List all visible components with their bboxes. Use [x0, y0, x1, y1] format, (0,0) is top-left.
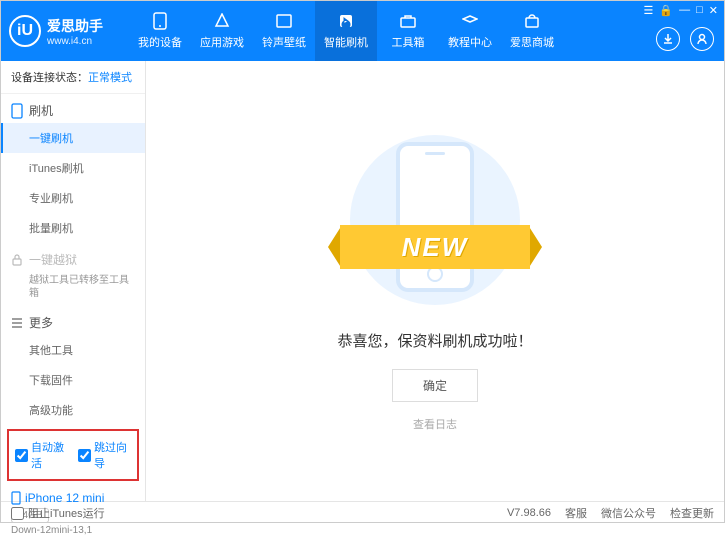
toolbox-icon: [399, 12, 417, 30]
wechat-link[interactable]: 微信公众号: [601, 505, 656, 521]
main-content: NEW 恭喜您，保资料刷机成功啦！ 确定 查看日志: [146, 61, 724, 501]
checkbox-highlight: 自动激活 跳过向导: [7, 429, 139, 481]
sidebar-item-oneclick[interactable]: 一键刷机: [1, 123, 145, 153]
sidebar-section-more[interactable]: 更多: [1, 306, 145, 335]
store-icon: [523, 12, 541, 30]
sidebar-item-batch[interactable]: 批量刷机: [1, 213, 145, 243]
app-url: www.i4.cn: [47, 36, 103, 47]
logo-icon: iU: [9, 15, 41, 47]
lock-icon[interactable]: 🔒: [659, 4, 673, 17]
app-name: 爱思助手: [47, 16, 103, 36]
nav-store[interactable]: 爱思商城: [501, 1, 563, 61]
flash-icon: [337, 12, 355, 30]
nav-apps[interactable]: 应用游戏: [191, 1, 253, 61]
success-illustration: NEW: [320, 130, 550, 310]
nav-flash[interactable]: 智能刷机: [315, 1, 377, 61]
ok-button[interactable]: 确定: [392, 369, 478, 402]
sidebar-item-itunes[interactable]: iTunes刷机: [1, 153, 145, 183]
user-button[interactable]: [690, 27, 714, 51]
window-controls: ☰ 🔒 — □ ✕: [644, 4, 718, 17]
phone-icon: [151, 12, 169, 30]
wallpaper-icon: [275, 12, 293, 30]
nav-toolbox[interactable]: 工具箱: [377, 1, 439, 61]
sidebar-item-firmware[interactable]: 下载固件: [1, 365, 145, 395]
support-link[interactable]: 客服: [565, 505, 587, 521]
sidebar-item-pro[interactable]: 专业刷机: [1, 183, 145, 213]
checkbox-block-itunes[interactable]: 阻止iTunes运行: [11, 505, 105, 521]
top-nav: 我的设备 应用游戏 铃声壁纸 智能刷机 工具箱 教程中心 爱思商城: [129, 1, 563, 61]
sidebar-section-flash[interactable]: 刷机: [1, 94, 145, 123]
menu-icon: [11, 318, 23, 328]
close-icon[interactable]: ✕: [709, 4, 718, 17]
download-button[interactable]: [656, 27, 680, 51]
sidebar-item-other[interactable]: 其他工具: [1, 335, 145, 365]
sidebar: 设备连接状态：正常模式 刷机 一键刷机 iTunes刷机 专业刷机 批量刷机 一…: [1, 61, 146, 501]
phone-icon: [11, 491, 21, 505]
version-label: V7.98.66: [507, 507, 551, 519]
minimize-icon[interactable]: —: [679, 4, 690, 17]
phone-icon: [11, 103, 23, 119]
sidebar-section-jailbreak: 一键越狱: [1, 243, 145, 272]
device-name-label: iPhone 12 mini: [25, 491, 104, 505]
connection-status: 设备连接状态：正常模式: [1, 61, 145, 94]
app-icon: [213, 12, 231, 30]
phone-illustration-icon: [396, 142, 474, 292]
maximize-icon[interactable]: □: [696, 4, 703, 17]
checkbox-skip-guide[interactable]: 跳过向导: [78, 439, 131, 471]
nav-tutorial[interactable]: 教程中心: [439, 1, 501, 61]
tutorial-icon: [461, 12, 479, 30]
nav-my-device[interactable]: 我的设备: [129, 1, 191, 61]
view-log-link[interactable]: 查看日志: [413, 416, 457, 432]
lock-icon: [11, 254, 23, 266]
nav-ringtone[interactable]: 铃声壁纸: [253, 1, 315, 61]
menu-icon[interactable]: ☰: [644, 4, 654, 17]
checkbox-auto-activate[interactable]: 自动激活: [15, 439, 68, 471]
update-link[interactable]: 检查更新: [670, 505, 714, 521]
new-banner: NEW: [340, 225, 530, 269]
sidebar-item-advanced[interactable]: 高级功能: [1, 395, 145, 425]
jailbreak-note: 越狱工具已转移至工具箱: [1, 272, 145, 306]
success-message: 恭喜您，保资料刷机成功啦！: [337, 330, 532, 351]
device-model: Down-12mini-13,1: [11, 525, 135, 536]
app-header: iU 爱思助手 www.i4.cn 我的设备 应用游戏 铃声壁纸 智能刷机 工具…: [1, 1, 724, 61]
logo: iU 爱思助手 www.i4.cn: [9, 15, 129, 47]
